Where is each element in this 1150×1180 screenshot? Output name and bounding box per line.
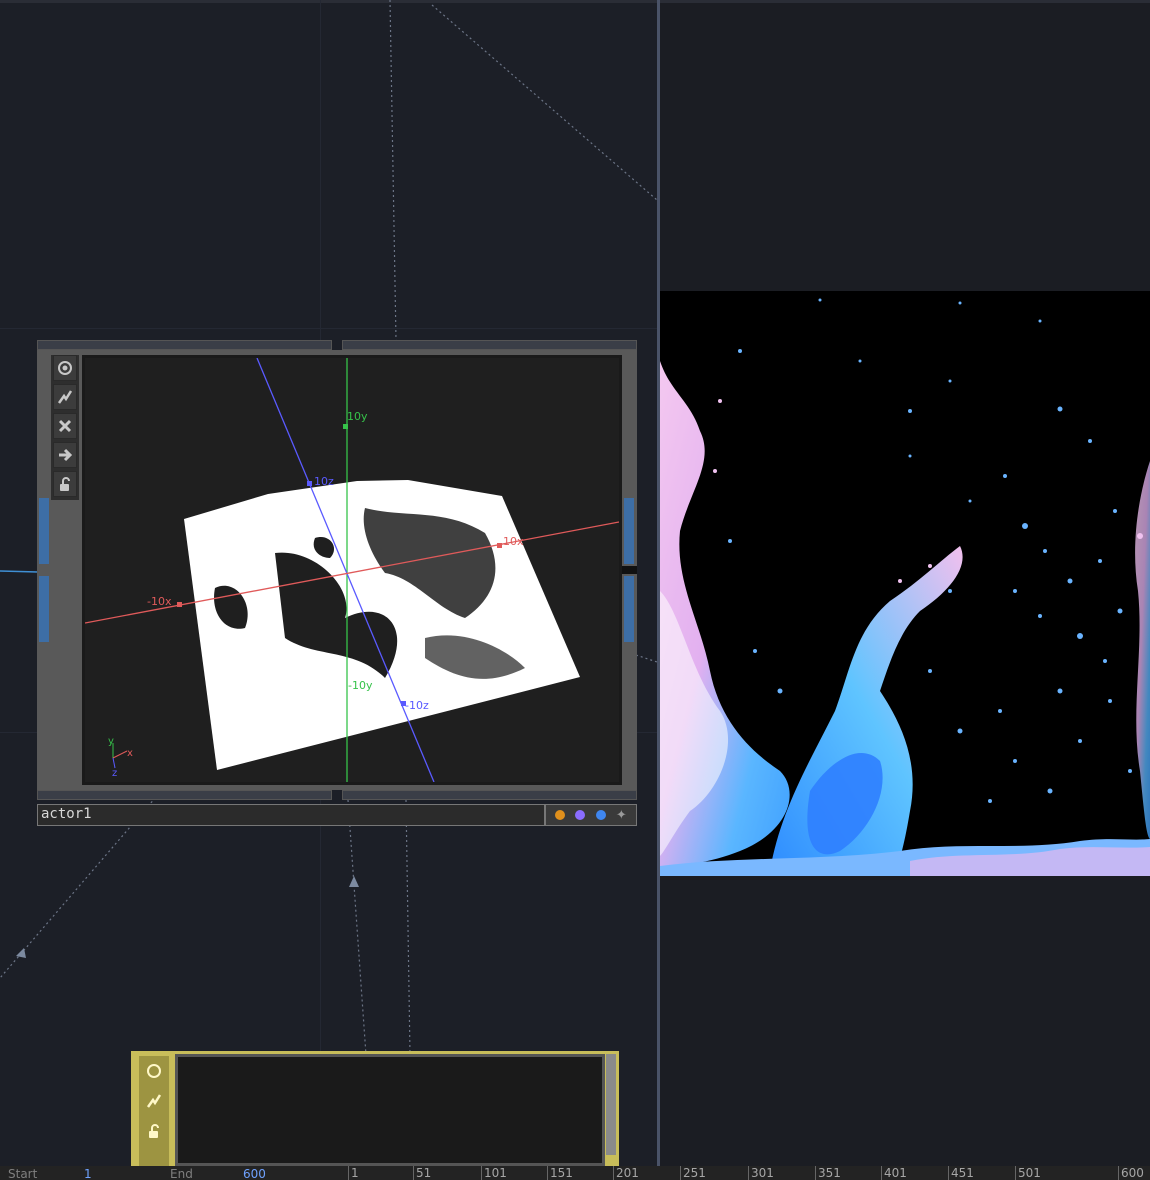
- display-arrow-icon[interactable]: [53, 442, 77, 468]
- wire: [431, 4, 657, 201]
- timeline-tick: 51: [413, 1166, 431, 1180]
- timeline-tick: 201: [613, 1166, 639, 1180]
- timeline-end-value[interactable]: 600: [243, 1167, 266, 1180]
- cook-icon[interactable]: [53, 384, 77, 410]
- connector-gap: [621, 566, 637, 574]
- sparkle-icon[interactable]: ✦: [616, 809, 627, 822]
- axis-label-z-neg: -10z: [405, 699, 429, 712]
- node-bottom-strip: [342, 790, 637, 800]
- timeline-tick: 401: [881, 1166, 907, 1180]
- z-axis-marker: [307, 481, 312, 486]
- viewer-toggle-icon[interactable]: [53, 355, 77, 381]
- node-bottom-strip: [37, 790, 332, 800]
- timeline-end-label: End: [170, 1167, 193, 1180]
- y-axis-marker: [343, 424, 348, 429]
- node-viewport[interactable]: [175, 1054, 605, 1166]
- node-name-field[interactable]: actor1: [37, 804, 545, 826]
- bottom-node[interactable]: [131, 1051, 619, 1166]
- actor1-node[interactable]: 10y -10y 10z -10z 10x -10x y x z actor1: [37, 340, 637, 826]
- x-axis-marker: [497, 543, 502, 548]
- gizmo-label-y: y: [108, 736, 114, 747]
- gizmo-label-z: z: [112, 768, 117, 779]
- bypass-icon[interactable]: [53, 413, 77, 439]
- axis-label-x-neg: -10x: [147, 595, 172, 608]
- wire: [635, 654, 657, 663]
- node-corner-indicator: [605, 1155, 617, 1166]
- wire: [405, 799, 411, 1056]
- wire: [389, 0, 397, 341]
- timeline-tick: 101: [481, 1166, 507, 1180]
- timeline-tick: 501: [1015, 1166, 1041, 1180]
- viewer-top-strip: [660, 0, 1150, 3]
- timeline-tick: 451: [948, 1166, 974, 1180]
- geometry-view: 10y -10y 10z -10z 10x -10x y x z: [85, 358, 619, 782]
- axis-label-z-pos: 10z: [314, 475, 334, 488]
- timeline-tick: 151: [547, 1166, 573, 1180]
- viewer-toggle-icon[interactable]: [141, 1058, 167, 1084]
- axis-label-y-pos: 10y: [347, 410, 368, 423]
- timeline-tick: 251: [680, 1166, 706, 1180]
- node-side-strip: [606, 1054, 616, 1166]
- timeline-start-value[interactable]: 1: [84, 1167, 92, 1180]
- wire-selected: [0, 570, 39, 573]
- timeline-tick: 301: [748, 1166, 774, 1180]
- gizmo-z: [112, 757, 116, 769]
- gizmo-x: [112, 750, 128, 759]
- texture-preview: [660, 291, 1150, 876]
- node-title-strip: [342, 340, 637, 350]
- geometry-viewport[interactable]: 10y -10y 10z -10z 10x -10x y x z: [82, 355, 622, 785]
- timeline-tick: 600: [1118, 1166, 1144, 1180]
- gizmo-label-x: x: [127, 748, 133, 759]
- axis-label-x-pos: 10x: [503, 535, 524, 548]
- input-connector[interactable]: [39, 498, 49, 564]
- timeline-tick: 1: [348, 1166, 359, 1180]
- node-title-strip: [37, 340, 332, 350]
- cook-icon[interactable]: [141, 1088, 167, 1114]
- node-toolbar: [51, 355, 79, 500]
- x-axis-marker: [177, 602, 182, 607]
- output-connector[interactable]: [624, 576, 634, 642]
- timeline-tick: 351: [815, 1166, 841, 1180]
- lock-icon[interactable]: [141, 1118, 167, 1144]
- timeline-bar[interactable]: Start 1 End 600 1 51 101 151 201 251 301 351 401…: [0, 1166, 1150, 1180]
- lock-icon[interactable]: [53, 471, 77, 497]
- wire-arrow-icon: [349, 876, 359, 887]
- flag-orange-icon[interactable]: [555, 810, 566, 820]
- node-flags: ✦: [545, 804, 637, 826]
- flag-purple-icon[interactable]: [575, 810, 586, 820]
- timeline-start-label: Start: [8, 1167, 38, 1180]
- wire: [347, 799, 367, 1056]
- network-editor[interactable]: 10y -10y 10z -10z 10x -10x y x z actor1: [0, 0, 657, 1166]
- input-connector[interactable]: [39, 576, 49, 642]
- output-connector[interactable]: [624, 498, 634, 564]
- flag-blue-icon[interactable]: [595, 810, 606, 820]
- axis-label-y-neg: -10y: [348, 679, 373, 692]
- node-toolbar: [139, 1056, 169, 1166]
